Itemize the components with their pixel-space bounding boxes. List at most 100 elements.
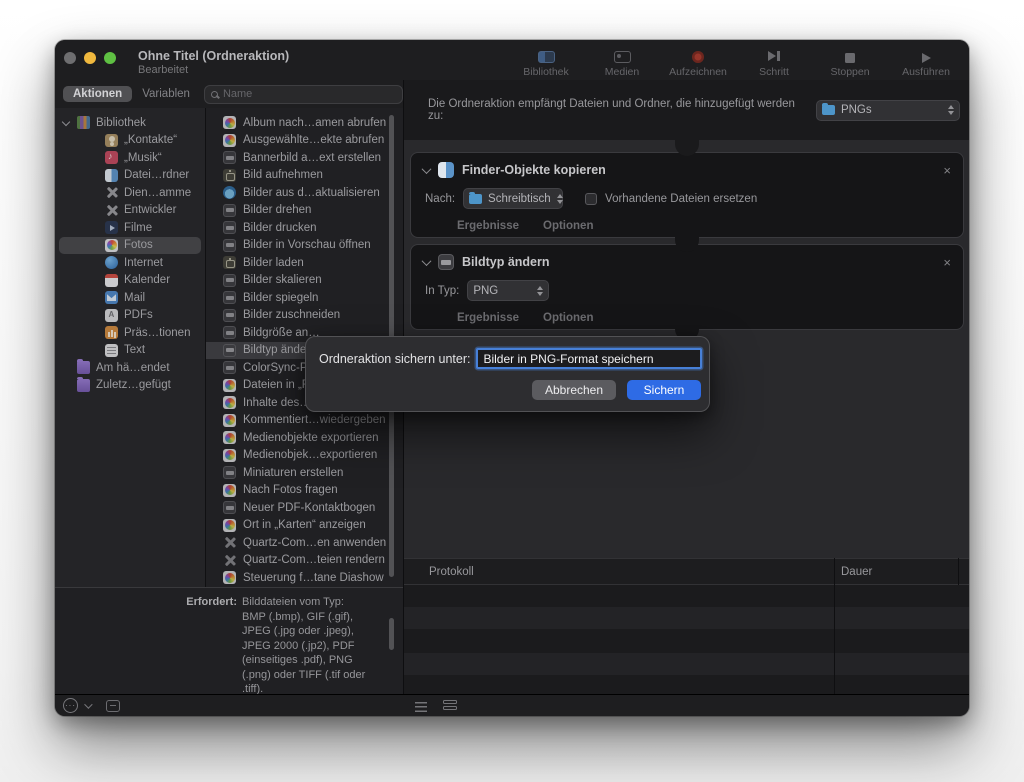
action-item[interactable]: Bilder in Vorschau öffnen [206,237,403,255]
close-icon[interactable]: × [943,256,951,269]
zoom-window-icon[interactable] [104,52,116,64]
action-item[interactable]: Miniaturen erstellen [206,464,403,482]
attached-folder-value: PNGs [841,104,872,116]
bottom-status-bar: ··· [55,694,969,716]
workflow-action-bildtyp-aendern[interactable]: Bildtyp ändern × In Typ: PNG Ergebnisse … [410,244,964,330]
close-window-icon[interactable] [64,52,76,64]
results-link[interactable]: Ergebnisse [457,220,519,232]
action-item[interactable]: Bilder drehen [206,202,403,220]
sidebar-item[interactable]: Präs…tionen [59,324,201,342]
image-type-value: PNG [473,285,498,297]
action-item[interactable]: Steuerung f…tane Diashow [206,569,403,587]
image-type-popup[interactable]: PNG [467,280,549,301]
action-item[interactable]: Ausgewählte…ekte abrufen [206,132,403,150]
action-item-label: Bannerbild a…ext erstellen [243,152,381,164]
sidebar-item[interactable]: Text [59,342,201,360]
sidebar-item-icon [105,239,118,252]
sidebar-item[interactable]: Kalender [59,272,201,290]
sidebar-item[interactable]: Entwickler [59,202,201,220]
action-item-icon [223,256,236,269]
sidebar-item[interactable]: Internet [59,254,201,272]
sidebar-item[interactable]: Am hä…endet [59,359,201,377]
disclosure-triangle-icon[interactable] [61,118,71,128]
sidebar-item[interactable]: „Kontakte“ [59,132,201,150]
sidebar-item[interactable]: Zuletz…gefügt [59,377,201,395]
toolbar-button[interactable]: Ausführen [893,44,959,78]
action-item[interactable]: Bilder spiegeln [206,289,403,307]
sidebar-item[interactable]: „Musik“ [59,149,201,167]
log-column-divider [958,558,959,585]
action-parameters: In Typ: PNG [411,270,963,301]
action-item-icon [223,134,236,147]
toolbar-button[interactable]: Stoppen [817,44,883,78]
description-scrollbar[interactable] [389,618,394,650]
chevron-down-icon[interactable] [422,164,432,174]
attached-folder-popup[interactable]: PNGs [816,100,960,121]
action-item[interactable]: Bilder drucken [206,219,403,237]
minimize-window-icon[interactable] [84,52,96,64]
action-item[interactable]: Medienobjek…exportieren [206,447,403,465]
log-table-view-icon[interactable] [443,700,457,712]
log-row [404,607,969,629]
sidebar-item[interactable]: Bibliothek [59,114,201,132]
close-icon[interactable]: × [943,164,951,177]
action-item[interactable]: Bilder laden [206,254,403,272]
action-item[interactable]: Bilder skalieren [206,272,403,290]
toolbar-button[interactable]: Schritt [741,44,807,78]
toolbar-button[interactable]: Medien [589,44,655,78]
toolbar-button[interactable]: Aufzeichnen [665,44,731,78]
input-bar-text: Die Ordneraktion empfängt Dateien und Or… [428,98,808,122]
action-title: Bildtyp ändern [462,255,550,269]
sidebar-item[interactable]: PDFs [59,307,201,325]
sidebar-item[interactable]: Dien…amme [59,184,201,202]
sidebar-item[interactable]: Fotos [59,237,201,255]
log-list-view-icon[interactable] [415,702,427,712]
sidebar-item[interactable]: Datei…rdner [59,167,201,185]
action-item-label: Medienobjekte exportieren [243,432,379,444]
save-button[interactable]: Sichern [627,380,701,400]
options-link[interactable]: Optionen [543,312,593,324]
action-item-icon [223,186,236,199]
media-browser-icon[interactable] [106,700,120,712]
sidebar-item[interactable]: Filme [59,219,201,237]
action-footer: Ergebnisse Optionen [411,209,963,232]
tab-aktionen[interactable]: Aktionen [63,86,132,102]
image-icon [438,254,454,270]
action-item[interactable]: Nach Fotos fragen [206,482,403,500]
window-title: Ohne Titel (Ordneraktion) [138,49,289,63]
log-column-protocol[interactable]: Protokoll [404,566,474,578]
chevron-down-icon[interactable] [84,700,92,708]
action-item[interactable]: Bilder aus d…aktualisieren [206,184,403,202]
action-item[interactable]: Bild aufnehmen [206,167,403,185]
action-item-icon [223,396,236,409]
results-link[interactable]: Ergebnisse [457,312,519,324]
destination-popup[interactable]: Schreibtisch [463,188,563,209]
search-input[interactable] [223,88,396,100]
action-item[interactable]: Quartz-Com…en anwenden [206,534,403,552]
action-item[interactable]: Neuer PDF-Kontaktbogen [206,499,403,517]
log-column-duration[interactable]: Dauer [841,566,872,578]
options-link[interactable]: Optionen [543,220,593,232]
sidebar-item-icon [105,344,118,357]
save-name-input[interactable] [476,348,702,369]
action-item-label: Miniaturen erstellen [243,467,343,479]
tab-variablen[interactable]: Variablen [142,88,190,100]
action-item[interactable]: Medienobjekte exportieren [206,429,403,447]
action-item[interactable]: Kommentiert…wiedergeben [206,412,403,430]
action-item-label: Quartz-Com…en anwenden [243,537,386,549]
chevron-down-icon[interactable] [422,256,432,266]
action-item[interactable]: Bilder zuschneiden [206,307,403,325]
action-search-field[interactable] [204,85,403,104]
action-item[interactable]: Bannerbild a…ext erstellen [206,149,403,167]
replace-files-checkbox[interactable] [585,193,597,205]
toolbar-button[interactable]: Bibliothek [513,44,579,78]
action-menu-icon[interactable]: ··· [63,698,78,713]
action-item[interactable]: Quartz-Com…teien rendern [206,552,403,570]
action-item[interactable]: Album nach…amen abrufen [206,114,403,132]
toolbar-icon [614,51,631,63]
sidebar-item[interactable]: Mail [59,289,201,307]
action-item[interactable]: Ort in „Karten“ anzeigen [206,517,403,535]
action-item-icon [223,309,236,322]
workflow-action-finder-objekte-kopieren[interactable]: Finder-Objekte kopieren × Nach: Schreibt… [410,152,964,238]
cancel-button[interactable]: Abbrechen [532,380,616,400]
